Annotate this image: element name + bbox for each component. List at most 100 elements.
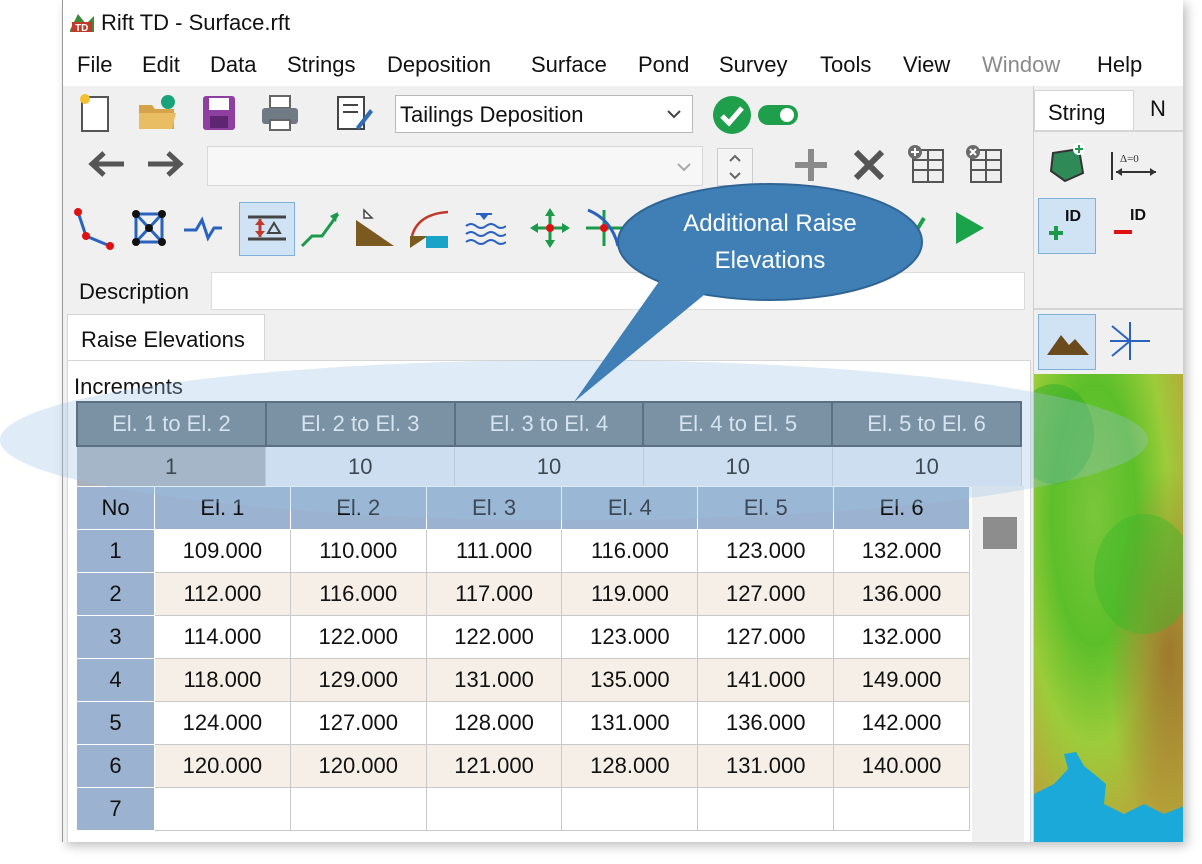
curve-icon[interactable]: [407, 204, 451, 252]
table-cell[interactable]: 122.000: [425, 615, 563, 659]
table-cell[interactable]: 110.000: [289, 529, 427, 573]
row-number: 1: [76, 529, 155, 573]
table-cell[interactable]: 123.000: [697, 529, 835, 573]
delta-label: Δ=0: [1120, 153, 1139, 165]
menu-surface[interactable]: Surface: [531, 52, 607, 78]
mode-select-value: Tailings Deposition: [400, 102, 584, 127]
add-icon[interactable]: [791, 146, 831, 184]
polyline-icon[interactable]: [71, 204, 115, 252]
mesh-icon[interactable]: [127, 204, 171, 252]
add-polygon-icon[interactable]: [1044, 140, 1090, 186]
print-icon[interactable]: [259, 92, 301, 134]
table-cell[interactable]: 120.000: [154, 744, 291, 788]
table-cell[interactable]: 124.000: [154, 701, 291, 745]
table-cell[interactable]: 131.000: [561, 701, 699, 745]
slope-icon[interactable]: [299, 204, 343, 252]
menu-edit[interactable]: Edit: [142, 52, 180, 78]
table-cell[interactable]: 127.000: [697, 572, 835, 616]
remove-id-button[interactable]: ID: [1104, 198, 1160, 252]
table-cell[interactable]: 128.000: [561, 744, 699, 788]
measure-delta-icon[interactable]: Δ=0: [1110, 146, 1160, 186]
table-cell[interactable]: 132.000: [833, 615, 970, 659]
tab-raise-elevations-label: Raise Elevations: [81, 327, 245, 352]
table-cell[interactable]: 141.000: [697, 658, 835, 702]
table-cell[interactable]: 109.000: [154, 529, 291, 573]
menu-tools[interactable]: Tools: [820, 52, 871, 78]
check-icon[interactable]: [711, 94, 753, 136]
menu-strings[interactable]: Strings: [287, 52, 355, 78]
forward-arrow-icon[interactable]: [145, 146, 185, 182]
table-cell[interactable]: 120.000: [289, 744, 427, 788]
grid-remove-icon[interactable]: [963, 142, 1005, 186]
table-cell[interactable]: 131.000: [697, 744, 835, 788]
menu-data[interactable]: Data: [210, 52, 256, 78]
table-cell[interactable]: 142.000: [833, 701, 970, 745]
table-cell[interactable]: 140.000: [833, 744, 970, 788]
table-cell[interactable]: 127.000: [289, 701, 427, 745]
edit-document-icon[interactable]: [333, 92, 375, 134]
menu-window: Window: [982, 52, 1061, 77]
table-cell[interactable]: 122.000: [289, 615, 427, 659]
table-row: 6 120.000 120.000 121.000 128.000 131.00…: [76, 744, 970, 788]
table-cell[interactable]: [154, 787, 291, 831]
back-arrow-icon[interactable]: [87, 146, 127, 182]
delete-icon[interactable]: [849, 146, 889, 184]
table-cell[interactable]: 131.000: [425, 658, 563, 702]
table-cell[interactable]: 149.000: [833, 658, 970, 702]
chevron-down-icon: [677, 163, 691, 172]
add-id-button[interactable]: ID: [1038, 198, 1096, 254]
table-cell[interactable]: [697, 787, 835, 831]
menu-survey[interactable]: Survey: [719, 52, 787, 78]
save-icon[interactable]: [199, 92, 239, 134]
menu-pond[interactable]: Pond: [638, 52, 689, 78]
menu-help[interactable]: Help: [1097, 52, 1142, 78]
table-cell[interactable]: 116.000: [561, 529, 699, 573]
add-id-icon: ID: [1049, 208, 1081, 240]
menu-file[interactable]: File: [77, 52, 112, 78]
new-file-icon[interactable]: [75, 92, 115, 134]
table-row: 1 109.000 110.000 111.000 116.000 123.00…: [76, 529, 970, 573]
beach-icon[interactable]: [353, 204, 397, 252]
svg-text:TD: TD: [75, 23, 88, 34]
table-cell[interactable]: 132.000: [833, 529, 970, 573]
table-cell[interactable]: 112.000: [154, 572, 291, 616]
table-cell[interactable]: 128.000: [425, 701, 563, 745]
table-cell[interactable]: 129.000: [289, 658, 427, 702]
title-bar: TD Rift TD - Surface.rft: [63, 0, 1183, 46]
table-cell[interactable]: [425, 787, 563, 831]
table-cell[interactable]: [289, 787, 427, 831]
tab-string[interactable]: String: [1034, 90, 1134, 131]
table-cell[interactable]: 111.000: [425, 529, 563, 573]
row-number: 5: [76, 701, 155, 745]
table-cell[interactable]: 121.000: [425, 744, 563, 788]
table-cell[interactable]: 114.000: [154, 615, 291, 659]
profile-icon[interactable]: [181, 204, 225, 252]
table-cell[interactable]: [561, 787, 699, 831]
table-cell[interactable]: 136.000: [833, 572, 970, 616]
row-number: 4: [76, 658, 155, 702]
table-cell[interactable]: 116.000: [289, 572, 427, 616]
water-icon[interactable]: [461, 204, 507, 252]
mode-select[interactable]: Tailings Deposition: [395, 95, 693, 133]
table-cell[interactable]: 118.000: [154, 658, 291, 702]
tab-divider: [1034, 130, 1183, 132]
table-cell[interactable]: 135.000: [561, 658, 699, 702]
table-cell[interactable]: 119.000: [561, 572, 699, 616]
table-cell[interactable]: 123.000: [561, 615, 699, 659]
table-cell[interactable]: 136.000: [697, 701, 835, 745]
app-logo: TD: [68, 10, 96, 34]
window-title: Rift TD - Surface.rft: [101, 10, 291, 35]
description-label: Description: [79, 279, 190, 304]
table-cell[interactable]: 127.000: [697, 615, 835, 659]
table-row: 7: [76, 787, 970, 831]
tab-raise-elevations[interactable]: Raise Elevations: [67, 314, 265, 361]
vertical-scrollbar[interactable]: [972, 486, 1024, 842]
table-cell[interactable]: [833, 787, 970, 831]
open-folder-icon[interactable]: [135, 92, 179, 134]
toggle-icon[interactable]: [757, 100, 801, 130]
menu-deposition[interactable]: Deposition: [387, 52, 491, 78]
raise-elevation-icon[interactable]: [239, 202, 295, 256]
menu-view[interactable]: View: [903, 52, 950, 78]
run-icon[interactable]: [945, 204, 991, 252]
table-cell[interactable]: 117.000: [425, 572, 563, 616]
